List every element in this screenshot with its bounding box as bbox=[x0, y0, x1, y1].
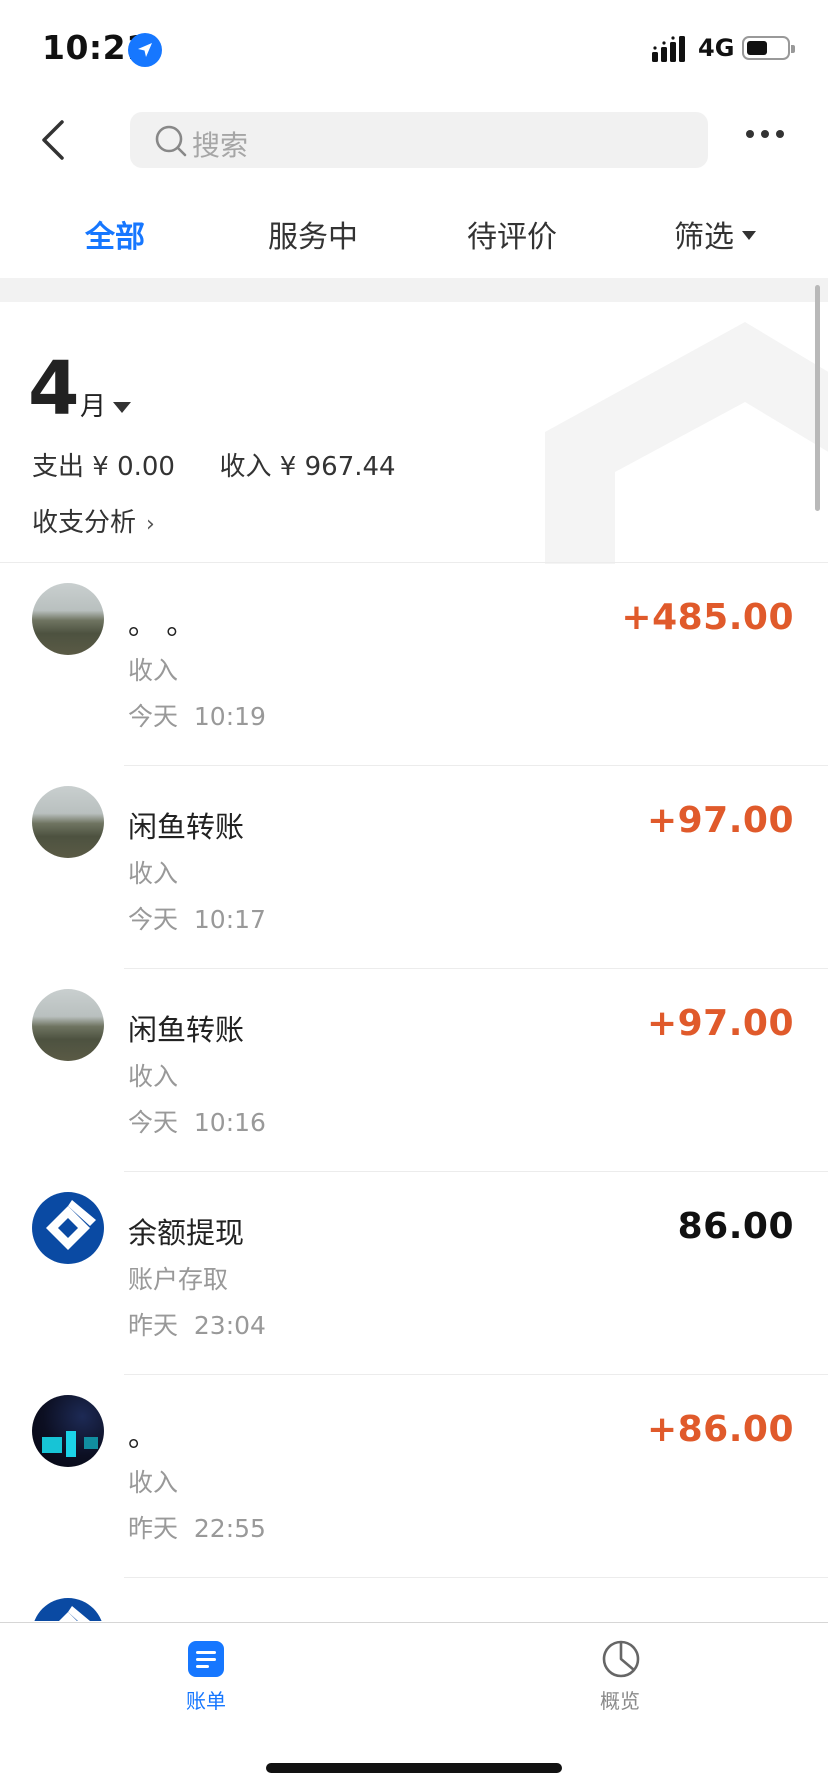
header: 搜索 bbox=[0, 100, 828, 200]
status-bar: 10:21 4G bbox=[0, 0, 828, 100]
month-unit[interactable]: 月 bbox=[80, 386, 106, 423]
transaction-amount: 86.00 bbox=[677, 1206, 794, 1247]
transaction-amount: +97.00 bbox=[646, 800, 794, 841]
transaction-row[interactable]: 闲鱼转账 收入 今天 10:16 +97.00 bbox=[0, 969, 828, 1172]
transaction-title: 闲鱼转账 bbox=[128, 1013, 245, 1047]
transaction-amount: +97.00 bbox=[646, 1003, 794, 1044]
transaction-time: 昨天 23:04 bbox=[128, 1311, 266, 1340]
transaction-title: 闲鱼转账 bbox=[128, 810, 245, 844]
transaction-row[interactable]: 余额提现 账户存取 昨天 23:04 86.00 bbox=[0, 1172, 828, 1375]
transaction-category: 收入 bbox=[128, 656, 179, 685]
search-input[interactable]: 搜索 bbox=[130, 112, 708, 168]
bill-list-icon bbox=[188, 1641, 224, 1677]
bank-logo-icon bbox=[32, 1598, 104, 1621]
transaction-time: 今天 10:19 bbox=[128, 702, 266, 731]
avatar bbox=[32, 989, 104, 1061]
expense-label: 支出 bbox=[32, 452, 85, 482]
tab-overview[interactable]: 概览 bbox=[560, 1640, 680, 1721]
back-icon[interactable] bbox=[34, 116, 74, 164]
income-expense-analysis-link[interactable]: 收支分析 › bbox=[32, 502, 155, 539]
transaction-time: 今天 10:16 bbox=[128, 1108, 266, 1137]
tab-pending-review[interactable]: 待评价 bbox=[467, 212, 557, 256]
tab-overview-label: 概览 bbox=[600, 1689, 640, 1713]
watermark-logo-icon bbox=[545, 322, 828, 564]
month-number[interactable]: 4 bbox=[28, 346, 80, 432]
transaction-category: 收入 bbox=[128, 1468, 179, 1497]
caret-down-icon bbox=[742, 231, 756, 240]
pie-chart-icon bbox=[602, 1640, 640, 1678]
filter-tabs: 全部 服务中 待评价 筛选 bbox=[0, 200, 828, 278]
transaction-time: 今天 10:17 bbox=[128, 905, 266, 934]
transaction-row[interactable]: 。 。 收入 今天 10:19 +485.00 bbox=[0, 563, 828, 766]
transaction-title: 。 bbox=[128, 1419, 158, 1453]
tab-in-service[interactable]: 服务中 bbox=[268, 212, 358, 256]
summary-stats: 支出 ¥ 0.00 收入 ¥ 967.44 bbox=[32, 446, 396, 483]
chevron-right-icon: › bbox=[146, 512, 155, 537]
income-value: ¥ 967.44 bbox=[279, 452, 396, 482]
location-arrow-icon bbox=[128, 33, 162, 67]
transaction-row-partial[interactable] bbox=[0, 1578, 828, 1621]
month-dropdown-icon[interactable] bbox=[113, 402, 131, 413]
search-placeholder: 搜索 bbox=[192, 129, 249, 162]
tab-filter[interactable]: 筛选 bbox=[674, 212, 756, 256]
transaction-title: 余额提现 bbox=[128, 1216, 245, 1250]
home-indicator[interactable] bbox=[266, 1763, 562, 1773]
transaction-category: 收入 bbox=[128, 1062, 179, 1091]
transaction-title: 。 。 bbox=[128, 607, 196, 641]
transaction-category: 账户存取 bbox=[128, 1265, 229, 1294]
bank-logo-icon bbox=[32, 1192, 104, 1264]
transaction-amount: +485.00 bbox=[621, 597, 794, 638]
transaction-amount: +86.00 bbox=[646, 1409, 794, 1450]
monthly-summary: 4 月 支出 ¥ 0.00 收入 ¥ 967.44 收支分析 › bbox=[0, 302, 828, 564]
signal-icon bbox=[652, 36, 685, 62]
section-divider bbox=[0, 278, 828, 302]
network-type: 4G bbox=[698, 34, 735, 62]
income-label: 收入 bbox=[219, 452, 272, 482]
analysis-label: 收支分析 bbox=[32, 508, 137, 538]
transaction-time: 昨天 22:55 bbox=[128, 1514, 266, 1543]
more-icon[interactable] bbox=[746, 130, 786, 140]
avatar bbox=[32, 786, 104, 858]
avatar bbox=[32, 583, 104, 655]
tab-all[interactable]: 全部 bbox=[85, 212, 145, 256]
transaction-row[interactable]: 闲鱼转账 收入 今天 10:17 +97.00 bbox=[0, 766, 828, 969]
avatar bbox=[32, 1395, 104, 1467]
transaction-list: 。 。 收入 今天 10:19 +485.00 闲鱼转账 收入 今天 10:17… bbox=[0, 563, 828, 1621]
expense-value: ¥ 0.00 bbox=[92, 452, 175, 482]
tab-bills-label: 账单 bbox=[186, 1689, 226, 1713]
battery-icon bbox=[742, 36, 795, 60]
search-icon bbox=[155, 125, 187, 157]
transaction-row[interactable]: 。 收入 昨天 22:55 +86.00 bbox=[0, 1375, 828, 1578]
transaction-category: 收入 bbox=[128, 859, 179, 888]
tab-filter-label: 筛选 bbox=[674, 220, 734, 255]
scrollbar[interactable] bbox=[815, 285, 820, 511]
tab-bills[interactable]: 账单 bbox=[146, 1641, 266, 1721]
